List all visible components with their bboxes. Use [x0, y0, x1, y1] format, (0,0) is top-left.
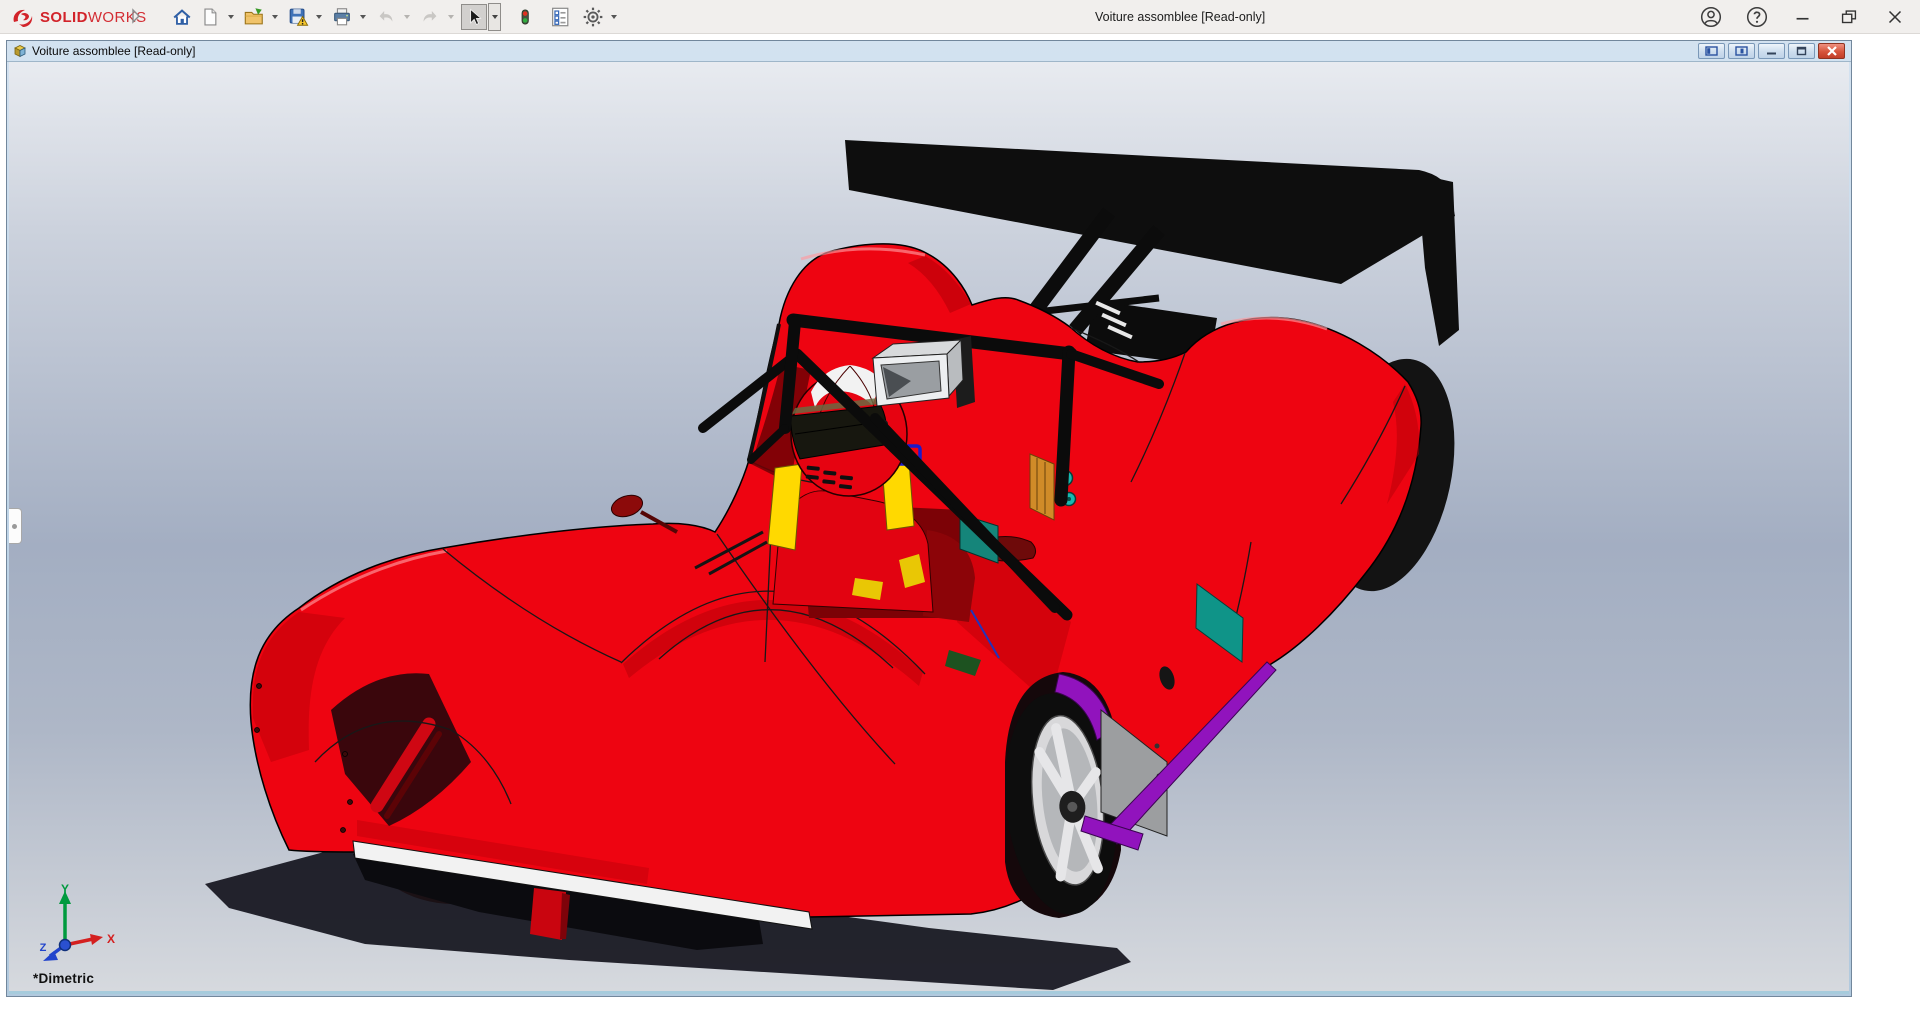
minimize-button[interactable]	[1790, 4, 1816, 30]
triad-y-label: Y	[61, 883, 69, 896]
app-title: Voiture assomblee [Read-only]	[1095, 0, 1265, 34]
help-button[interactable]	[1744, 4, 1770, 30]
feature-pane-collapse-tab[interactable]	[9, 508, 22, 544]
quick-access-toolbar	[168, 0, 623, 34]
restore-icon	[1838, 6, 1860, 28]
triad-z-label: Z	[40, 942, 47, 954]
minimize-icon	[1792, 6, 1814, 28]
new-document-button[interactable]	[197, 4, 223, 30]
solidworks-logo: SOLIDWORKS	[10, 0, 147, 34]
save-button[interactable]	[285, 4, 311, 30]
account-button[interactable]	[1698, 4, 1724, 30]
close-button[interactable]	[1882, 4, 1908, 30]
account-icon	[1699, 5, 1723, 29]
open-button[interactable]	[241, 4, 267, 30]
select-tool-button[interactable]	[461, 4, 487, 30]
cockpit-orange-panel	[1030, 454, 1054, 520]
close-icon	[1884, 6, 1906, 28]
options-dropdown[interactable]	[607, 4, 620, 30]
options-button[interactable]	[580, 4, 606, 30]
side-mirror	[609, 492, 646, 521]
view-orientation-label: *Dimetric	[33, 971, 94, 986]
open-dropdown[interactable]	[268, 4, 281, 30]
3ds-swoosh-icon	[10, 5, 36, 29]
design-report-button[interactable]	[547, 4, 573, 30]
stoplight-icon	[516, 6, 534, 28]
help-icon	[1745, 5, 1769, 29]
print-icon	[331, 6, 353, 28]
brand-flyout-chevron-icon[interactable]	[131, 8, 141, 29]
redo-button[interactable]	[417, 4, 443, 30]
doc-minimize-button[interactable]	[1758, 43, 1785, 59]
home-button[interactable]	[169, 4, 195, 30]
save-dropdown[interactable]	[312, 4, 325, 30]
toggle-pane-left-button[interactable]	[1698, 43, 1725, 59]
appearance-stoplight-button[interactable]	[512, 4, 538, 30]
save-icon	[287, 6, 309, 28]
doc-minimize-icon	[1766, 46, 1777, 56]
doc-restore-icon	[1796, 46, 1807, 56]
select-arrow-icon	[464, 7, 484, 27]
graphics-viewport[interactable]: Y X Z *Dimetric	[9, 62, 1849, 994]
home-icon	[171, 6, 193, 28]
report-list-icon	[549, 6, 571, 28]
gear-icon	[582, 6, 604, 28]
document-window-controls	[1698, 43, 1845, 59]
reference-triad[interactable]: Y X Z	[35, 883, 121, 969]
restore-button[interactable]	[1836, 4, 1862, 30]
document-title: Voiture assomblee [Read-only]	[32, 44, 195, 58]
open-folder-icon	[242, 6, 266, 28]
print-dropdown[interactable]	[356, 4, 369, 30]
new-document-dropdown[interactable]	[224, 4, 237, 30]
pane-right-icon	[1735, 46, 1748, 56]
select-tool-dropdown[interactable]	[488, 3, 501, 31]
new-document-icon	[200, 6, 220, 28]
doc-close-icon	[1826, 46, 1838, 56]
pane-left-icon	[1705, 46, 1718, 56]
app-titlebar: SOLIDWORKS	[0, 0, 1920, 34]
undo-icon	[375, 6, 397, 28]
doc-restore-button[interactable]	[1788, 43, 1815, 59]
document-titlebar[interactable]: Voiture assomblee [Read-only]	[7, 41, 1851, 62]
triad-x-label: X	[107, 932, 115, 946]
redo-dropdown[interactable]	[444, 4, 457, 30]
doc-close-button[interactable]	[1818, 43, 1845, 59]
intake-box	[873, 336, 975, 408]
assembly-cube-icon	[12, 43, 28, 59]
document-window: Voiture assomblee [Read-only]	[6, 40, 1852, 997]
toggle-pane-right-button[interactable]	[1728, 43, 1755, 59]
redo-icon	[419, 6, 441, 28]
undo-button[interactable]	[373, 4, 399, 30]
print-button[interactable]	[329, 4, 355, 30]
car-model-scene[interactable]	[9, 62, 1849, 991]
app-window-controls	[1698, 0, 1908, 34]
undo-dropdown[interactable]	[400, 4, 413, 30]
